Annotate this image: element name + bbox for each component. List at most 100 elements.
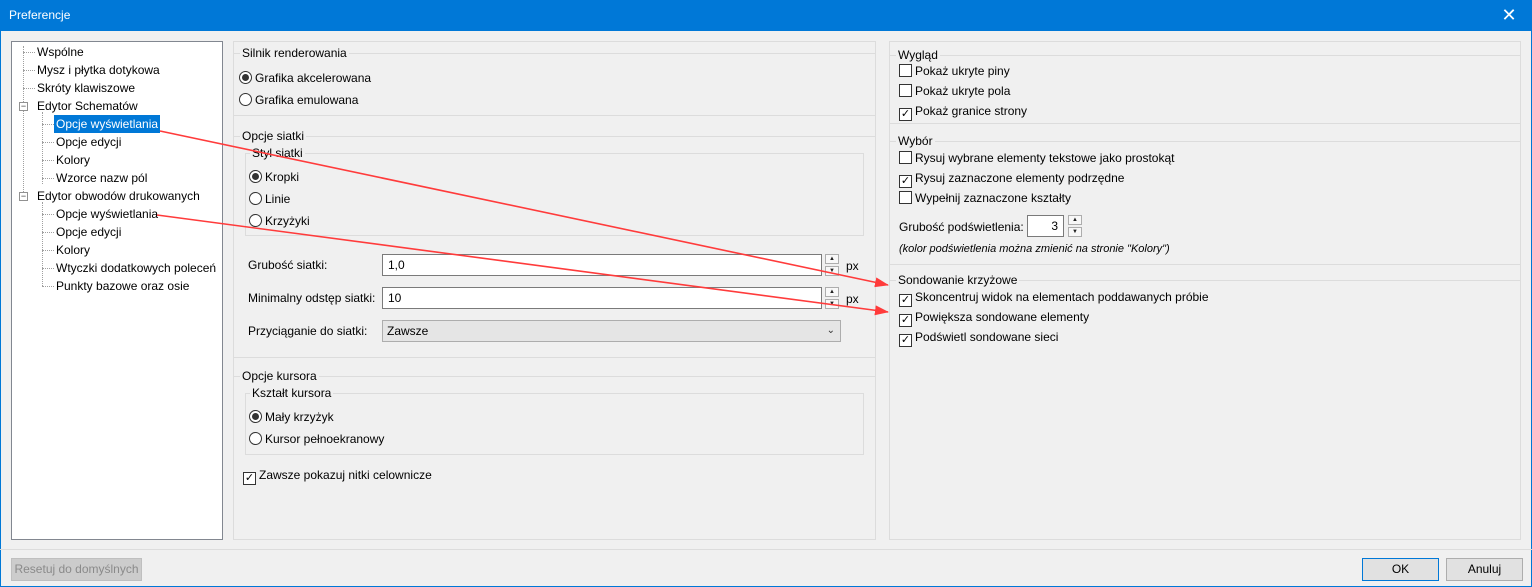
- zoom-to-items-checkbox[interactable]: ✓ Powiększa sondowane elementy: [899, 309, 1089, 327]
- checkbox-checked-icon: ✓: [899, 314, 912, 327]
- highlight-thickness-label: Grubość podświetlenia:: [899, 220, 1024, 234]
- tree-line: [23, 52, 35, 53]
- tree-item-pcb-editing-options[interactable]: Opcje edycji: [54, 223, 123, 241]
- tree-item-pcb-colors[interactable]: Kolory: [54, 241, 92, 259]
- radio-icon: [249, 432, 262, 445]
- checkbox-checked-icon: ✓: [899, 334, 912, 347]
- grid-snap-value: Zawsze: [387, 324, 429, 338]
- grid-snap-select[interactable]: Zawsze ⌄: [382, 320, 841, 342]
- tree-item-sch-display-options[interactable]: Opcje wyświetlania: [54, 115, 161, 133]
- highlight-nets-checkbox[interactable]: ✓ Podświetl sondowane sieci: [899, 329, 1059, 347]
- tree-item-common[interactable]: Wspólne: [35, 43, 86, 61]
- window-title: Preferencje: [9, 8, 71, 22]
- button-bar-separator: [0, 549, 1532, 550]
- show-hidden-pins-checkbox[interactable]: Pokaż ukryte piny: [899, 63, 1010, 79]
- ok-button[interactable]: OK: [1362, 558, 1439, 581]
- tree-line: [42, 268, 54, 269]
- always-show-crosshairs-label: Zawsze pokazuj nitki celownicze: [259, 468, 432, 482]
- tree-item-pcb-action-plugins[interactable]: Wtyczki dodatkowych poleceń: [54, 259, 218, 277]
- tree-line: [42, 250, 54, 251]
- radio-icon: [249, 192, 262, 205]
- collapse-icon[interactable]: −: [19, 102, 28, 111]
- grid-crosses-label: Krzyżyki: [265, 214, 310, 228]
- cross-probing-title: Sondowanie krzyżowe: [896, 273, 1020, 287]
- radio-icon: [249, 214, 262, 227]
- spin-up-icon[interactable]: ▲: [825, 254, 839, 264]
- tree-item-mouse-touchpad[interactable]: Mysz i płytka dotykowa: [35, 61, 162, 79]
- tree-line: [42, 214, 54, 215]
- selection-title: Wybór: [896, 134, 935, 148]
- fullscreen-cursor-radio[interactable]: Kursor pełnoekranowy: [249, 431, 384, 447]
- collapse-icon[interactable]: −: [19, 192, 28, 201]
- tree-item-pcb-editor[interactable]: Edytor obwodów drukowanych: [35, 187, 202, 205]
- tree-item-hotkeys[interactable]: Skróty klawiszowe: [35, 79, 137, 97]
- checkbox-checked-icon: ✓: [243, 472, 256, 485]
- show-hidden-pins-label: Pokaż ukryte piny: [915, 64, 1010, 78]
- grid-crosses-radio[interactable]: Krzyżyki: [249, 213, 310, 229]
- radio-selected-icon: [249, 410, 262, 423]
- radio-icon: [239, 93, 252, 106]
- spin-down-icon[interactable]: ▼: [825, 266, 839, 276]
- checkbox-icon: [899, 191, 912, 204]
- highlight-nets-label: Podświetl sondowane sieci: [915, 330, 1059, 344]
- tree-line: [42, 232, 54, 233]
- grid-style-group: [245, 153, 864, 236]
- show-page-limits-checkbox[interactable]: ✓ Pokaż granice strony: [899, 103, 1028, 121]
- cancel-button[interactable]: Anuluj: [1446, 558, 1523, 581]
- tree-line: [42, 178, 54, 179]
- appearance-title: Wygląd: [896, 48, 940, 62]
- render-engine-title: Silnik renderowania: [240, 46, 349, 60]
- checkbox-icon: [899, 64, 912, 77]
- draw-text-as-box-checkbox[interactable]: Rysuj wybrane elementy tekstowe jako pro…: [899, 150, 1174, 166]
- highlight-thickness-input[interactable]: 3: [1027, 215, 1064, 237]
- spin-down-icon[interactable]: ▼: [825, 299, 839, 309]
- reset-defaults-button[interactable]: Resetuj do domyślnych: [11, 558, 142, 581]
- show-hidden-fields-label: Pokaż ukryte pola: [915, 84, 1011, 98]
- grid-dots-radio[interactable]: Kropki: [249, 169, 299, 185]
- highlight-thickness-spinner[interactable]: ▲ ▼: [1068, 215, 1082, 237]
- accelerated-graphics-radio[interactable]: Grafika akcelerowana: [239, 70, 371, 86]
- grid-min-spacing-label: Minimalny odstęp siatki:: [248, 291, 376, 305]
- title-bar: Preferencje ✕: [0, 0, 1532, 31]
- tree-item-schematic-editor[interactable]: Edytor Schematów: [35, 97, 140, 115]
- fill-selected-shapes-checkbox[interactable]: Wypełnij zaznaczone kształty: [899, 190, 1071, 206]
- spin-up-icon[interactable]: ▲: [825, 287, 839, 297]
- radio-selected-icon: [249, 170, 262, 183]
- grid-size-input[interactable]: 1,0: [382, 254, 822, 276]
- checkbox-checked-icon: ✓: [899, 294, 912, 307]
- center-on-items-label: Skoncentruj widok na elementach poddawan…: [915, 290, 1209, 304]
- always-show-crosshairs-checkbox[interactable]: ✓ Zawsze pokazuj nitki celownicze: [243, 467, 432, 485]
- center-on-items-checkbox[interactable]: ✓ Skoncentruj widok na elementach poddawa…: [899, 289, 1209, 307]
- tree-item-pcb-origins-axes[interactable]: Punkty bazowe oraz osie: [54, 277, 191, 295]
- grid-dots-label: Kropki: [265, 170, 300, 184]
- preferences-tree[interactable]: − − Wspólne Mysz i płytka dotykowa Skrót…: [11, 41, 223, 540]
- checkbox-checked-icon: ✓: [899, 108, 912, 121]
- draw-text-as-box-label: Rysuj wybrane elementy tekstowe jako pro…: [915, 151, 1175, 165]
- show-hidden-fields-checkbox[interactable]: Pokaż ukryte pola: [899, 83, 1010, 99]
- chevron-down-icon: ⌄: [826, 325, 835, 336]
- grid-lines-radio[interactable]: Linie: [249, 191, 290, 207]
- grid-min-spacing-spinner[interactable]: ▲ ▼: [825, 287, 839, 309]
- tree-item-pcb-display-options[interactable]: Opcje wyświetlania: [54, 205, 160, 223]
- grid-size-spinner[interactable]: ▲ ▼: [825, 254, 839, 276]
- draw-child-items-checkbox[interactable]: ✓ Rysuj zaznaczone elementy podrzędne: [899, 170, 1125, 188]
- grid-options-title: Opcje siatki: [240, 129, 307, 143]
- tree-item-sch-field-templates[interactable]: Wzorce nazw pól: [54, 169, 149, 187]
- fallback-graphics-radio[interactable]: Grafika emulowana: [239, 92, 358, 108]
- grid-size-label: Grubość siatki:: [248, 258, 328, 272]
- tree-line: [23, 88, 35, 89]
- tree-line: [42, 124, 54, 125]
- highlight-color-note: (kolor podświetlenia można zmienić na st…: [899, 243, 1170, 255]
- spin-down-icon[interactable]: ▼: [1068, 227, 1082, 237]
- small-crosshair-radio[interactable]: Mały krzyżyk: [249, 409, 334, 425]
- spin-up-icon[interactable]: ▲: [1068, 215, 1082, 225]
- draw-child-items-label: Rysuj zaznaczone elementy podrzędne: [915, 171, 1125, 185]
- accelerated-graphics-label: Grafika akcelerowana: [255, 71, 372, 85]
- grid-min-spacing-input[interactable]: 10: [382, 287, 822, 309]
- grid-size-unit: px: [846, 259, 859, 273]
- tree-item-sch-colors[interactable]: Kolory: [54, 151, 92, 169]
- tree-line: [42, 160, 54, 161]
- show-page-limits-label: Pokaż granice strony: [915, 104, 1028, 118]
- close-icon[interactable]: ✕: [1486, 0, 1532, 31]
- tree-item-sch-editing-options[interactable]: Opcje edycji: [54, 133, 123, 151]
